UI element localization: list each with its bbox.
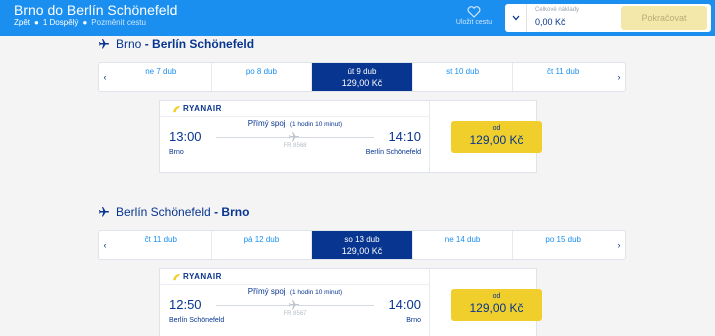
passengers-label: 1 Dospělý <box>42 18 79 27</box>
ryanair-harp-logo <box>172 105 181 112</box>
plane-icon <box>98 38 110 50</box>
arrival-city: Berlín Schönefeld <box>365 149 421 156</box>
date-option[interactable]: ne 14 dub <box>411 231 513 259</box>
date-option[interactable]: čt 11 dub <box>111 231 211 259</box>
price-value: 129,00 Kč <box>469 133 524 147</box>
chevron-left-icon[interactable]: ‹ <box>99 231 111 259</box>
date-option[interactable]: čt 11 dub <box>512 63 613 91</box>
airline-logo: RYANAIR <box>172 272 222 281</box>
date-option[interactable]: po 8 dub <box>210 63 312 91</box>
trip-subnav: Zpět ● 1 Dospělý ● Pozměnit cestu <box>14 18 146 27</box>
save-trip-button[interactable]: Uložit cestu <box>448 6 500 26</box>
save-trip-label: Uložit cestu <box>455 19 493 26</box>
route-from: Brno <box>116 37 142 51</box>
page-title: Brno do Berlín Schönefeld <box>14 2 178 18</box>
flight-duration: (1 hodin 10 minut) <box>289 289 343 296</box>
date-option[interactable]: pá 12 dub <box>210 231 312 259</box>
heart-icon <box>467 6 481 18</box>
ryanair-harp-logo <box>172 273 181 280</box>
date-price: 129,00 Kč <box>341 246 383 256</box>
price-from-label: od <box>492 293 501 300</box>
flight-direct-label: Přímý spoj (1 hodin 10 minut) <box>247 287 343 296</box>
total-cost-amount: 0,00 Kč <box>535 17 566 27</box>
route-to: Brno <box>221 205 250 219</box>
return-date-selector: ‹ čt 11 dub pá 12 dub so 13 dub 129,00 K… <box>98 230 626 260</box>
continue-button[interactable]: Pokračovat <box>621 6 707 30</box>
select-fare-button[interactable]: od 129,00 Kč <box>451 121 542 153</box>
back-link[interactable]: Zpět <box>14 18 30 27</box>
route-from: Berlín Schönefeld <box>116 205 211 219</box>
total-cost-label: Celkové náklady <box>535 7 580 13</box>
flight-duration: (1 hodin 10 minut) <box>289 121 343 128</box>
flight-direct-label: Přímý spoj (1 hodin 10 minut) <box>247 119 343 128</box>
departure-time: 13:00 <box>169 129 202 144</box>
chevron-right-icon[interactable]: › <box>613 231 625 259</box>
departure-time: 12:50 <box>169 297 202 312</box>
arrival-city: Brno <box>406 317 421 324</box>
route-to: Berlín Schönefeld <box>152 37 255 51</box>
flight-number: FR 8568 <box>283 143 307 149</box>
route-dash: - <box>141 37 153 51</box>
arrival-time: 14:00 <box>388 297 421 312</box>
plane-icon <box>288 131 300 143</box>
date-option-selected[interactable]: so 13 dub 129,00 Kč <box>311 231 412 259</box>
departure-city: Berlín Schönefeld <box>169 317 225 324</box>
flight-number: FR 8567 <box>283 311 307 317</box>
plane-icon <box>288 299 300 311</box>
chevron-left-icon[interactable]: ‹ <box>99 63 111 91</box>
outbound-flight-card: RYANAIR Přímý spoj (1 hodin 10 minut) 13… <box>159 100 542 173</box>
chevron-down-icon[interactable] <box>505 4 527 32</box>
airline-logo: RYANAIR <box>172 104 222 113</box>
select-fare-button[interactable]: od 129,00 Kč <box>451 289 542 321</box>
departure-city: Brno <box>169 149 184 156</box>
price-value: 129,00 Kč <box>469 301 524 315</box>
chevron-right-icon[interactable]: › <box>613 63 625 91</box>
price-from-label: od <box>492 125 501 132</box>
arrival-time: 14:10 <box>388 129 421 144</box>
top-header: Brno do Berlín Schönefeld Zpět ● 1 Dospě… <box>0 0 715 36</box>
date-option[interactable]: po 15 dub <box>512 231 613 259</box>
outbound-date-selector: ‹ ne 7 dub po 8 dub út 9 dub 129,00 Kč s… <box>98 62 626 92</box>
plane-icon <box>98 206 110 218</box>
date-option-selected[interactable]: út 9 dub 129,00 Kč <box>311 63 412 91</box>
date-option[interactable]: st 10 dub <box>411 63 513 91</box>
date-option[interactable]: ne 7 dub <box>111 63 211 91</box>
outbound-title: Brno - Berlín Schönefeld <box>98 37 254 51</box>
route-dash: - <box>210 205 222 219</box>
bullet-separator: ● <box>82 18 88 27</box>
return-title: Berlín Schönefeld - Brno <box>98 205 249 219</box>
bullet-separator: ● <box>34 18 39 27</box>
date-price: 129,00 Kč <box>341 78 383 88</box>
return-flight-card: RYANAIR Přímý spoj (1 hodin 10 minut) 12… <box>159 268 542 336</box>
change-trip-link[interactable]: Pozměnit cestu <box>91 18 146 27</box>
